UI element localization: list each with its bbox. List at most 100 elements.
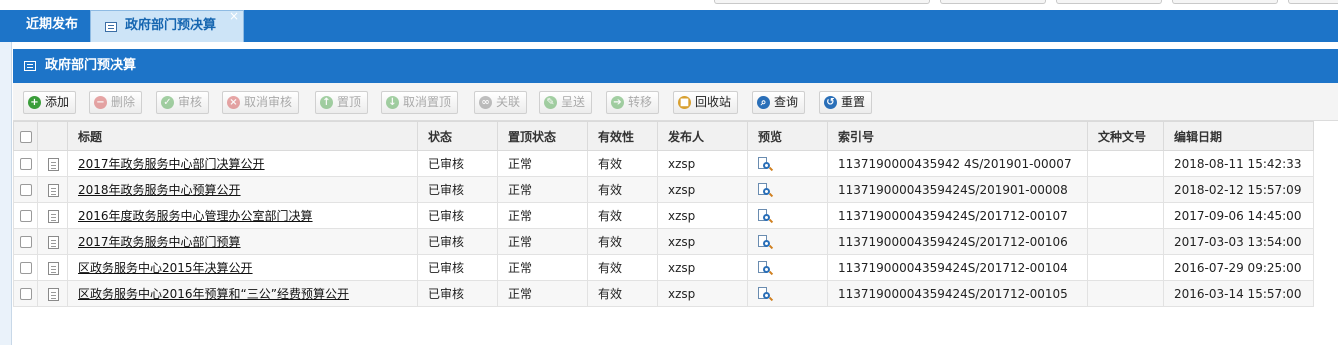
column-header-validity[interactable]: 有效性 [587,121,658,151]
row-status: 已审核 [417,254,498,281]
top-partial-button[interactable] [1172,0,1278,4]
row-status: 已审核 [417,228,498,255]
column-header-publisher[interactable]: 发布人 [657,121,748,151]
row-title-link[interactable]: 区政务服务中心2016年预算和“三公”经费预算公开 [78,287,349,301]
row-doc-number [1087,280,1164,307]
row-select-cell [13,228,38,255]
toolbar-button[interactable]: ⌕ 查询 [752,91,806,114]
select-all-checkbox[interactable] [20,130,32,143]
row-doc-cell [37,280,68,307]
header-icon-cell [37,121,68,151]
toolbar-button[interactable]: ↺ 重置 [819,91,873,114]
row-index: 1137190000435942 4S/201901-00007 [827,150,1088,177]
reset-icon: ↺ [824,96,837,109]
preview-icon[interactable] [758,182,774,197]
table-row[interactable]: 2017年政务服务中心部门决算公开 已审核 正常 有效 xzsp 113719000043… [13,150,1314,177]
row-checkbox[interactable] [20,210,32,222]
row-title-cell: 2017年政务服务中心部门预算 [67,228,418,255]
row-select-cell [13,280,38,307]
row-checkbox[interactable] [20,158,32,170]
toolbar-button-label: 重置 [841,95,866,109]
row-title-link[interactable]: 2016年度政务服务中心管理办公室部门决算 [78,209,313,223]
row-doc-number [1087,254,1164,281]
toolbar-button-label: 添加 [45,95,70,109]
column-header-title[interactable]: 标题 [67,121,418,151]
toolbar-button[interactable]: ↑ 置顶 [315,91,369,114]
preview-icon[interactable] [758,156,774,171]
tab-recent[interactable]: 近期发布 [14,10,90,42]
select-all-cell [13,121,38,151]
row-preview-cell [747,254,828,281]
table-row[interactable]: 2016年度政务服务中心管理办公室部门决算 已审核 正常 有效 xzsp 11371900… [13,202,1314,229]
toolbar: + 添加 − 删除 ✓ 审核 × 取消审核 ↑ 置顶 ↓ 取消置顶 ∞ 关联 ✎ 呈送 ➔ 转移 ■ 回收站 ⌕ 查询 ↺ 重… [13,83,1338,121]
arrow-down-icon: ↓ [386,96,399,109]
column-header-preview[interactable]: 预览 [747,121,828,151]
row-doc-cell [37,254,68,281]
recycle-box-icon: ■ [678,96,691,109]
toolbar-button[interactable]: × 取消审核 [222,91,300,114]
toolbar-button[interactable]: − 删除 [89,91,143,114]
preview-icon[interactable] [758,208,774,223]
toolbar-button-label: 取消审核 [244,95,293,109]
close-icon[interactable]: × [229,9,239,23]
row-publisher: xzsp [657,150,748,177]
row-title-link[interactable]: 2017年政务服务中心部门决算公开 [78,157,265,171]
row-validity: 有效 [587,228,658,255]
send-icon: ✎ [544,96,557,109]
column-header-status[interactable]: 状态 [417,121,498,151]
row-status: 已审核 [417,202,498,229]
row-publisher: xzsp [657,280,748,307]
row-title-link[interactable]: 2017年政务服务中心部门预算 [78,235,241,249]
row-title-cell: 2018年政务服务中心预算公开 [67,176,418,203]
row-checkbox[interactable] [20,236,32,248]
row-edit-date: 2016-07-29 09:25:00 [1163,254,1314,281]
row-doc-cell [37,176,68,203]
toolbar-button[interactable]: ➔ 转移 [606,91,660,114]
row-publisher: xzsp [657,254,748,281]
data-grid: 标题 状态 置顶状态 有效性 发布人 预览 索引号 文种文号 编辑日期 2017… [13,121,1314,307]
preview-icon[interactable] [758,260,774,275]
top-partial-button[interactable] [1056,0,1162,4]
top-partial-button[interactable] [714,0,930,4]
toolbar-button[interactable]: + 添加 [23,91,77,114]
row-doc-number [1087,176,1164,203]
row-top-status: 正常 [497,202,588,229]
panel-header: 政府部门预决算 [13,49,1338,83]
toolbar-button-label: 取消置顶 [403,95,452,109]
table-row[interactable]: 区政务服务中心2015年决算公开 已审核 正常 有效 xzsp 1137190000435… [13,254,1314,281]
column-header-top-status[interactable]: 置顶状态 [497,121,588,151]
toolbar-button-label: 回收站 [695,95,732,109]
table-row[interactable]: 2018年政务服务中心预算公开 已审核 正常 有效 xzsp 11371900004359… [13,176,1314,203]
toolbar-button[interactable]: ↓ 取消置顶 [381,91,459,114]
row-index: 11371900004359424S/201712-00106 [827,228,1088,255]
table-row[interactable]: 区政务服务中心2016年预算和“三公”经费预算公开 已审核 正常 有效 xzsp 1137… [13,280,1314,307]
row-select-cell [13,150,38,177]
top-partial-button[interactable] [1288,0,1338,4]
column-header-index[interactable]: 索引号 [827,121,1088,151]
cancel-icon: × [227,96,240,109]
row-checkbox[interactable] [20,288,32,300]
left-sidebar-edge [0,42,12,345]
arrow-up-icon: ↑ [320,96,333,109]
tab-gov-budget[interactable]: 政府部门预决算 × [90,9,244,42]
row-title-cell: 2017年政务服务中心部门决算公开 [67,150,418,177]
toolbar-button[interactable]: ✎ 呈送 [539,91,593,114]
row-checkbox[interactable] [20,184,32,196]
column-header-doc-number[interactable]: 文种文号 [1087,121,1164,151]
top-partial-button[interactable] [940,0,1046,4]
preview-icon[interactable] [758,286,774,301]
preview-icon[interactable] [758,234,774,249]
row-title-link[interactable]: 区政务服务中心2015年决算公开 [78,261,253,275]
row-top-status: 正常 [497,150,588,177]
toolbar-button[interactable]: ✓ 审核 [156,91,210,114]
toolbar-button[interactable]: ■ 回收站 [673,91,739,114]
row-publisher: xzsp [657,202,748,229]
toolbar-button[interactable]: ∞ 关联 [474,91,528,114]
list-icon [24,61,36,71]
row-doc-cell [37,228,68,255]
column-header-edit-date[interactable]: 编辑日期 [1163,121,1314,151]
table-row[interactable]: 2017年政务服务中心部门预算 已审核 正常 有效 xzsp 11371900004359… [13,228,1314,255]
row-title-link[interactable]: 2018年政务服务中心预算公开 [78,183,241,197]
row-checkbox[interactable] [20,262,32,274]
row-status: 已审核 [417,150,498,177]
